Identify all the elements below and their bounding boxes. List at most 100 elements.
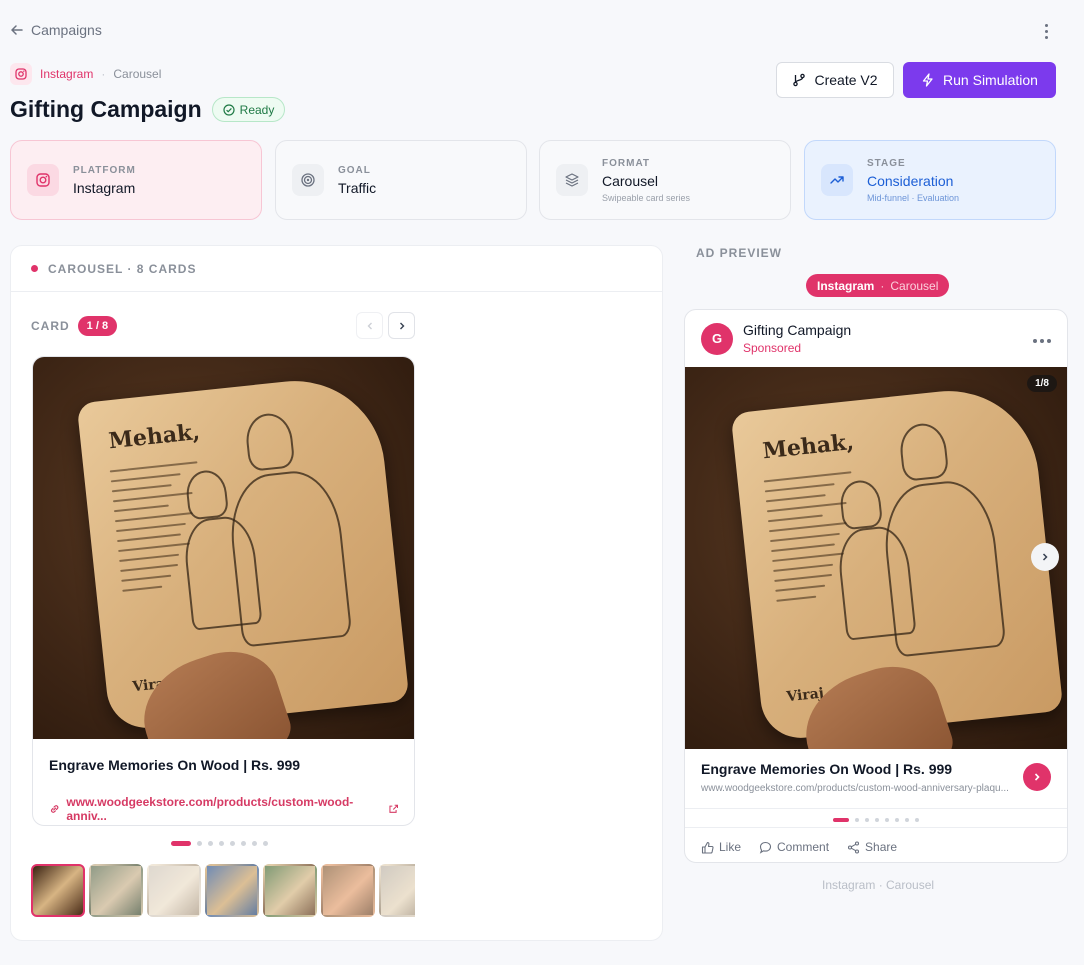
- thumbnail-card-6[interactable]: [321, 864, 375, 917]
- chevron-right-icon: [1034, 773, 1040, 781]
- post-more-icon[interactable]: [1033, 339, 1051, 343]
- page-dot[interactable]: [241, 841, 246, 846]
- share-button[interactable]: Share: [847, 840, 897, 854]
- preview-pill-platform: Instagram: [817, 278, 875, 293]
- format-sub: Swipeable card series: [602, 192, 691, 203]
- external-link-icon: [388, 804, 398, 813]
- goal-value: Traffic: [338, 179, 377, 196]
- post-next-button[interactable]: [1031, 543, 1059, 571]
- post-slide-counter: 1/8: [1027, 375, 1057, 392]
- layers-icon: [556, 164, 588, 196]
- status-dot-icon: [31, 265, 38, 272]
- post-pagination: [685, 813, 1067, 828]
- thumbs-up-icon: [701, 841, 714, 854]
- post-url: www.woodgeekstore.com/products/custom-wo…: [701, 783, 1009, 794]
- preview-pill-separator: ·: [880, 278, 885, 293]
- post-page-dot: [885, 818, 889, 822]
- post-cta-button[interactable]: [1023, 763, 1051, 791]
- share-label: Share: [865, 840, 898, 854]
- carousel-card[interactable]: Mehak, Viraj Engrave Memories On Wood | …: [32, 356, 415, 826]
- breadcrumb: Instagram · Carousel: [10, 63, 161, 85]
- post-cta-row: Engrave Memories On Wood | Rs. 999 www.w…: [685, 749, 1067, 809]
- format-value: Carousel: [602, 172, 659, 189]
- next-card-button[interactable]: [388, 312, 415, 339]
- breadcrumb-separator: ·: [101, 67, 106, 81]
- page-dot[interactable]: [252, 841, 257, 846]
- title-row: Gifting Campaign Ready: [10, 96, 286, 123]
- run-simulation-label: Run Simulation: [943, 72, 1038, 88]
- account-name: Gifting Campaign: [743, 322, 852, 338]
- comment-button[interactable]: Comment: [759, 840, 829, 854]
- carousel-header-label: CAROUSEL · 8 CARDS: [48, 261, 197, 276]
- avatar: G: [701, 322, 733, 355]
- post-page-dot: [905, 818, 909, 822]
- card-label: CARD: [31, 319, 70, 333]
- post-page-dot: [875, 818, 879, 822]
- chevron-left-icon: [367, 322, 372, 329]
- chevron-right-icon: [399, 322, 404, 329]
- chevron-right-icon: [1042, 553, 1048, 561]
- card-image: Mehak, Viraj: [33, 357, 414, 739]
- sponsored-label: Sponsored: [743, 341, 802, 355]
- goal-card: GOAL Traffic: [275, 140, 527, 220]
- post-page-dot: [895, 818, 899, 822]
- link-icon: [50, 805, 59, 813]
- preview-platform-pill: Instagram · Carousel: [806, 274, 950, 297]
- thumbnail-card-3[interactable]: [147, 864, 201, 917]
- preview-caption: Instagram · Carousel: [822, 878, 935, 892]
- status-label: Ready: [239, 102, 275, 117]
- stage-value: Consideration: [867, 172, 954, 189]
- card-counter-badge: 1 / 8: [77, 316, 118, 336]
- post-image: Mehak, Viraj 1/8: [685, 367, 1067, 749]
- top-bar: Campaigns: [10, 20, 1064, 40]
- ad-preview-label: AD PREVIEW: [696, 246, 783, 260]
- post-page-dot: [865, 818, 869, 822]
- status-badge: Ready: [211, 97, 286, 122]
- trending-up-icon: [821, 164, 853, 196]
- like-button[interactable]: Like: [701, 840, 741, 854]
- preview-pill-format: Carousel: [890, 278, 939, 293]
- platform-value: Instagram: [73, 179, 136, 196]
- breadcrumb-format: Carousel: [113, 67, 162, 81]
- thumbnail-card-5[interactable]: [263, 864, 317, 917]
- thumbnail-card-4[interactable]: [205, 864, 259, 917]
- platform-card: PLATFORM Instagram: [10, 140, 262, 220]
- breadcrumb-platform: Instagram: [40, 67, 94, 81]
- page-dot[interactable]: [230, 841, 235, 846]
- page-dot[interactable]: [208, 841, 213, 846]
- back-link[interactable]: Campaigns: [10, 22, 102, 38]
- page-title: Gifting Campaign: [10, 96, 202, 122]
- comment-icon: [759, 841, 772, 854]
- page-dot[interactable]: [263, 841, 268, 846]
- page-dot[interactable]: [197, 841, 202, 846]
- format-card: FORMAT Carousel Swipeable card series: [539, 140, 791, 220]
- prev-card-button[interactable]: [356, 312, 383, 339]
- create-v2-button[interactable]: Create V2: [776, 62, 894, 98]
- instagram-icon: [10, 63, 32, 85]
- page-dot[interactable]: [171, 841, 191, 846]
- run-simulation-button[interactable]: Run Simulation: [903, 62, 1056, 98]
- card-pagination: [171, 841, 268, 846]
- format-label: FORMAT: [602, 157, 651, 169]
- post-header: G Gifting Campaign Sponsored: [685, 310, 1067, 367]
- thumbnail-card-2[interactable]: [89, 864, 143, 917]
- thumbnail-card-1[interactable]: [31, 864, 85, 917]
- stage-label: STAGE: [867, 157, 906, 169]
- branch-icon: [793, 73, 806, 87]
- back-label: Campaigns: [31, 22, 102, 38]
- carousel-panel: CAROUSEL · 8 CARDS CARD 1 / 8 Mehak, Vir…: [10, 245, 663, 941]
- platform-label: PLATFORM: [73, 164, 136, 176]
- comment-label: Comment: [777, 840, 830, 854]
- post-headline: Engrave Memories On Wood | Rs. 999: [701, 761, 953, 777]
- post-page-dot: [833, 818, 849, 822]
- create-v2-label: Create V2: [814, 72, 878, 88]
- card-link-text: www.woodgeekstore.com/products/custom-wo…: [66, 795, 354, 823]
- thumbnail-card-7[interactable]: [379, 864, 415, 917]
- card-counter-row: CARD 1 / 8: [31, 316, 118, 336]
- card-link[interactable]: www.woodgeekstore.com/products/custom-wo…: [49, 795, 398, 823]
- more-options-icon[interactable]: [1038, 22, 1054, 40]
- target-icon: [292, 164, 324, 196]
- page-dot[interactable]: [219, 841, 224, 846]
- arrow-left-icon: [11, 25, 23, 35]
- post-page-dot: [915, 818, 919, 822]
